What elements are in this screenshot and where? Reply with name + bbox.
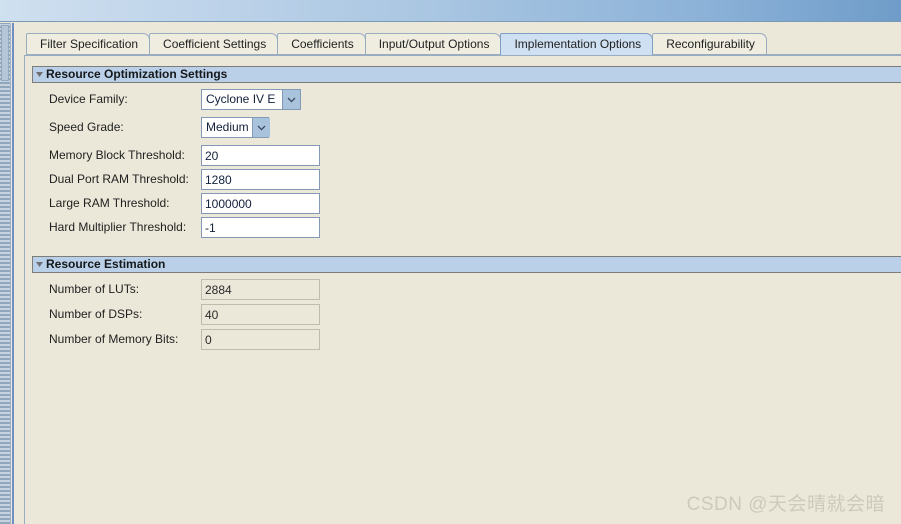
chevron-down-icon[interactable] xyxy=(251,118,270,137)
tab-label: Input/Output Options xyxy=(378,37,490,51)
field-row-hard-multiplier-threshold: Hard Multiplier Threshold: xyxy=(49,217,339,238)
triangle-down-icon[interactable] xyxy=(33,67,46,82)
tab-filter-specification[interactable]: Filter Specification xyxy=(26,33,151,55)
field-row-dual-port-ram-threshold: Dual Port RAM Threshold: xyxy=(49,169,339,190)
csdn-watermark: CSDN @天会晴就会暗 xyxy=(686,494,885,515)
field-label: Number of DSPs: xyxy=(49,307,143,321)
vertical-scrollbar[interactable] xyxy=(0,23,11,524)
section-header-resource-optimization-settings[interactable]: Resource Optimization Settings xyxy=(32,66,901,83)
field-label: Large RAM Threshold: xyxy=(49,196,170,210)
dialog-window: Filter Specification Coefficient Setting… xyxy=(12,23,901,524)
field-row-number-of-luts: Number of LUTs: xyxy=(49,279,339,300)
tab-input-output-options[interactable]: Input/Output Options xyxy=(364,33,502,55)
tab-list: Filter Specification Coefficient Setting… xyxy=(26,31,767,55)
field-row-memory-block-threshold: Memory Block Threshold: xyxy=(49,145,339,166)
triangle-down-icon[interactable] xyxy=(33,257,46,272)
tab-reconfigurability[interactable]: Reconfigurability xyxy=(652,33,767,55)
field-label: Speed Grade: xyxy=(49,120,124,134)
number-of-luts-value xyxy=(201,279,320,300)
field-row-large-ram-threshold: Large RAM Threshold: xyxy=(49,193,339,214)
chevron-down-icon[interactable] xyxy=(282,90,300,109)
section-title: Resource Optimization Settings xyxy=(46,67,228,81)
speed-grade-value: Medium xyxy=(206,120,249,134)
field-label: Hard Multiplier Threshold: xyxy=(49,220,187,234)
number-of-dsps-value xyxy=(201,304,320,325)
device-family-value: Cyclone IV E xyxy=(206,92,276,106)
implementation-options-panel: Resource Optimization Settings Device Fa… xyxy=(24,55,901,524)
tab-label: Reconfigurability xyxy=(666,37,755,51)
number-of-memory-bits-value xyxy=(201,329,320,350)
field-row-number-of-dsps: Number of DSPs: xyxy=(49,304,339,325)
tab-coefficients[interactable]: Coefficients xyxy=(277,33,366,55)
field-label: Memory Block Threshold: xyxy=(49,148,185,162)
dual-port-ram-threshold-input[interactable] xyxy=(201,169,320,190)
tab-coefficient-settings[interactable]: Coefficient Settings xyxy=(149,33,279,55)
application-window: Filter Specification Coefficient Setting… xyxy=(0,0,901,524)
field-label: Number of Memory Bits: xyxy=(49,332,179,346)
field-row-number-of-memory-bits: Number of Memory Bits: xyxy=(49,329,339,350)
field-row-speed-grade: Speed Grade: Medium xyxy=(49,117,339,138)
section-title: Resource Estimation xyxy=(46,257,166,271)
title-bar xyxy=(0,0,901,22)
field-label: Number of LUTs: xyxy=(49,282,140,296)
tab-strip: Filter Specification Coefficient Setting… xyxy=(14,31,901,55)
hard-multiplier-threshold-input[interactable] xyxy=(201,217,320,238)
tab-label: Coefficient Settings xyxy=(163,37,267,51)
memory-block-threshold-input[interactable] xyxy=(201,145,320,166)
scrollbar-thumb[interactable] xyxy=(1,25,9,81)
tab-implementation-options[interactable]: Implementation Options xyxy=(500,33,654,55)
section-header-resource-estimation[interactable]: Resource Estimation xyxy=(32,256,901,273)
field-label: Dual Port RAM Threshold: xyxy=(49,172,189,186)
speed-grade-combobox[interactable]: Medium xyxy=(201,117,270,138)
field-label: Device Family: xyxy=(49,92,128,106)
device-family-combobox[interactable]: Cyclone IV E xyxy=(201,89,301,110)
tab-label: Coefficients xyxy=(291,37,354,51)
tab-label: Implementation Options xyxy=(514,37,642,51)
tab-label: Filter Specification xyxy=(40,37,139,51)
large-ram-threshold-input[interactable] xyxy=(201,193,320,214)
field-row-device-family: Device Family: Cyclone IV E xyxy=(49,89,339,110)
